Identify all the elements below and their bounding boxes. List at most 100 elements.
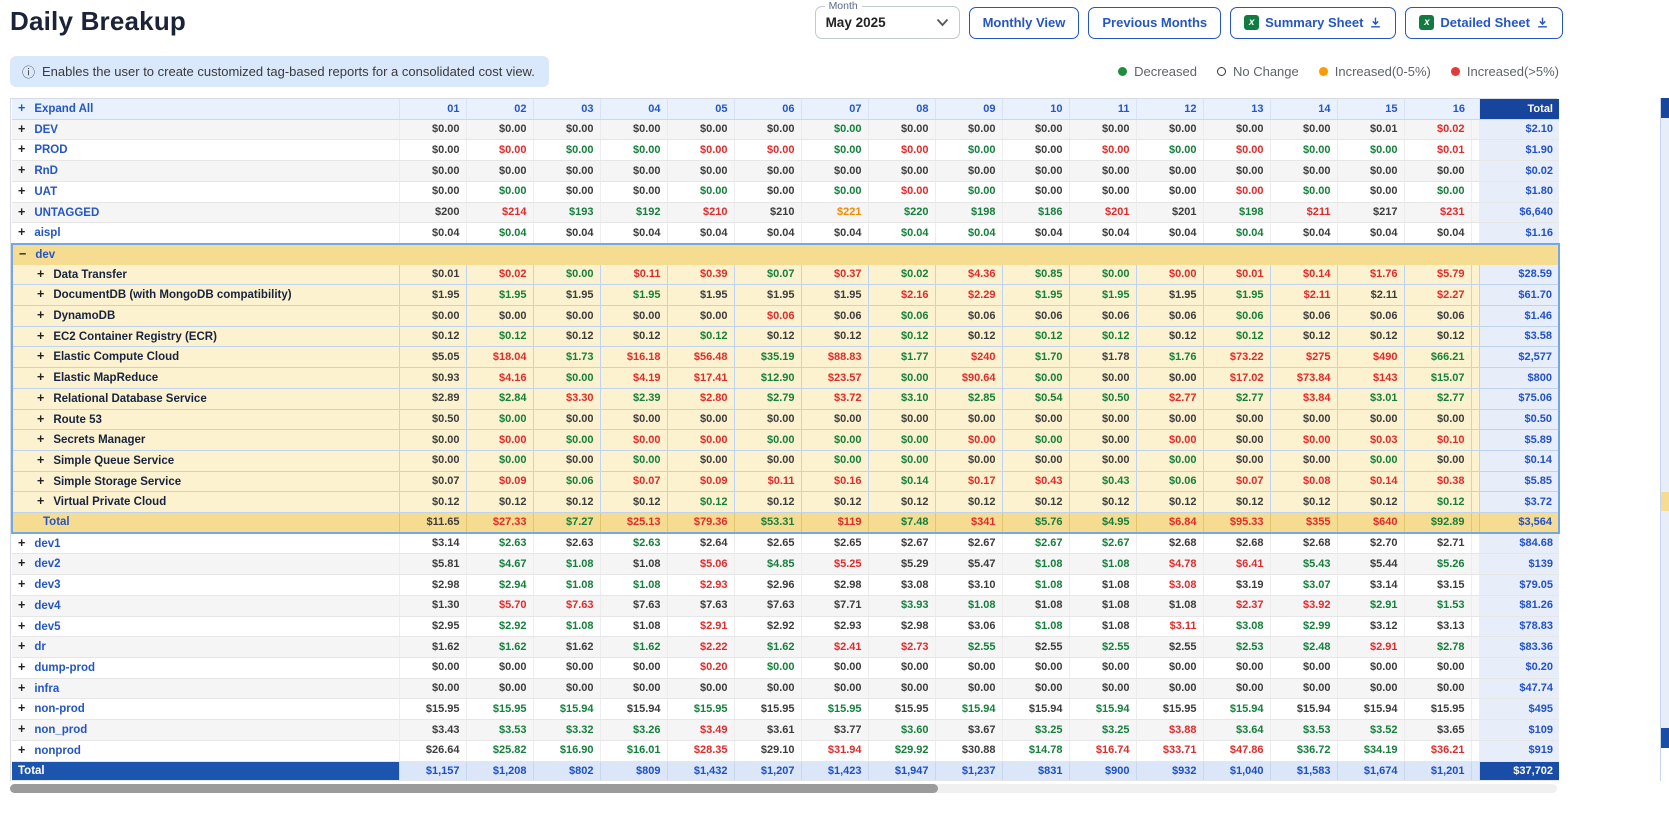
row-label[interactable]: PROD (34, 144, 67, 156)
row-label[interactable]: EC2 Container Registry (ECR) (53, 331, 217, 343)
value-cell: $2.41 (800, 636, 868, 658)
value-cell: $0.00 (666, 181, 734, 203)
expand-icon[interactable]: + (37, 267, 44, 281)
value-cell: $0.00 (666, 678, 734, 700)
row-label[interactable]: Route 53 (53, 414, 102, 426)
value-cell: $0.00 (934, 139, 1002, 162)
expand-icon[interactable]: + (18, 142, 25, 156)
row-label[interactable]: Virtual Private Cloud (53, 496, 166, 508)
month-select[interactable]: Month May 2025 (814, 0, 960, 39)
expand-icon[interactable]: + (18, 122, 25, 136)
collapse-icon[interactable]: − (19, 247, 26, 261)
row-label[interactable]: Relational Database Service (53, 393, 206, 405)
monthly-view-button[interactable]: Monthly View (968, 6, 1080, 39)
row-label[interactable]: DynamoDB (53, 310, 115, 322)
value-cell: $0.00 (800, 181, 868, 203)
row-label[interactable]: RnD (34, 165, 58, 177)
expand-icon[interactable]: + (37, 287, 44, 301)
row-label[interactable]: dump-prod (34, 662, 95, 674)
expand-icon[interactable]: + (37, 308, 44, 322)
table-row: + infra $0.00 $0.00 $0.00 $0.00 $0.00 $0.00 $0.0… (12, 678, 1559, 700)
expand-all-header[interactable]: + Expand All (12, 99, 399, 120)
value-cell: $0.00 (1269, 657, 1337, 679)
expand-icon[interactable]: + (18, 184, 25, 198)
expand-icon[interactable]: + (18, 619, 25, 633)
expand-icon[interactable]: + (37, 349, 44, 363)
summary-sheet-button[interactable]: x Summary Sheet (1230, 6, 1397, 39)
row-label[interactable]: non-prod (34, 703, 84, 715)
row-label[interactable]: UNTAGGED (34, 207, 99, 219)
expand-icon[interactable]: + (37, 474, 44, 488)
expand-icon[interactable]: + (18, 660, 25, 674)
row-label[interactable]: non_prod (34, 724, 87, 736)
row-label[interactable]: Elastic MapReduce (53, 372, 158, 384)
row-label[interactable]: dr (34, 641, 46, 653)
value-cell: $0.00 (934, 678, 1002, 700)
expand-icon[interactable]: + (18, 556, 25, 570)
value-cell: $0.00 (1135, 119, 1203, 141)
row-label[interactable]: aispl (34, 227, 60, 239)
row-label[interactable]: dev1 (34, 538, 60, 550)
row-label[interactable]: dev2 (34, 558, 60, 570)
expand-icon[interactable]: + (18, 163, 25, 177)
value-cell: $2.68 (1135, 532, 1203, 555)
sliver-segment (1661, 117, 1669, 138)
value-cell: $2.95 (398, 616, 466, 638)
row-label[interactable]: Data Transfer (53, 269, 127, 281)
expand-icon[interactable]: + (18, 598, 25, 612)
expand-icon[interactable]: + (18, 681, 25, 695)
row-label[interactable]: UAT (34, 186, 57, 198)
row-label[interactable]: Elastic Compute Cloud (53, 351, 179, 363)
row-label[interactable]: Simple Queue Service (53, 455, 174, 467)
sliver-segment (1661, 393, 1669, 413)
table-row: + RnD $0.00 $0.00 $0.00 $0.00 $0.00 $0.00 $0.00 $… (12, 160, 1559, 182)
value-cell: $0.00 (1001, 678, 1069, 700)
expand-icon[interactable]: + (18, 205, 25, 219)
row-label[interactable]: DocumentDB (with MongoDB compatibility) (53, 289, 291, 301)
expand-icon[interactable]: + (18, 577, 25, 591)
row-label[interactable]: infra (34, 683, 59, 695)
value-cell: $2.98 (398, 574, 466, 596)
horizontal-scrollbar-thumb[interactable] (10, 784, 939, 794)
row-label[interactable]: Secrets Manager (53, 434, 145, 446)
row-label[interactable]: nonprod (34, 745, 81, 757)
value-cell: $0.06 (1336, 305, 1404, 327)
expand-icon[interactable]: + (37, 412, 44, 426)
value-cell: $0.00 (1001, 657, 1069, 679)
row-label[interactable]: dev4 (34, 600, 60, 612)
value-cell: $4.16 (465, 367, 533, 389)
row-label[interactable]: dev (35, 249, 55, 261)
horizontal-scrollbar[interactable] (10, 784, 1557, 794)
expand-icon[interactable]: + (37, 329, 44, 343)
value-cell: $0.01 (398, 264, 466, 286)
value-cell: $0.00 (867, 657, 935, 679)
value-cell: $0.00 (1202, 119, 1270, 141)
value-cell: $0.06 (934, 305, 1002, 327)
table-row: + PROD $0.00 $0.00 $0.00 $0.00 $0.00 $0.00 $0.00… (12, 139, 1559, 162)
detailed-sheet-button[interactable]: x Detailed Sheet (1405, 6, 1563, 39)
expand-icon[interactable]: + (18, 639, 25, 653)
expand-icon[interactable]: + (18, 701, 25, 715)
expand-icon[interactable]: + (37, 453, 44, 467)
expand-icon[interactable]: + (18, 536, 25, 550)
expand-icon[interactable]: + (18, 225, 25, 239)
sliver-segment (1661, 413, 1669, 433)
row-label[interactable]: dev3 (34, 579, 60, 591)
expand-all-label[interactable]: Expand All (34, 103, 93, 115)
expand-icon[interactable]: + (18, 722, 25, 736)
legend-item: No Change (1216, 64, 1299, 79)
value-cell: $0.00 (867, 450, 935, 472)
expand-icon[interactable]: + (18, 743, 25, 757)
expand-icon[interactable]: + (37, 370, 44, 384)
expand-icon[interactable]: + (37, 494, 44, 508)
previous-months-button[interactable]: Previous Months (1088, 6, 1222, 39)
expand-icon[interactable]: + (37, 391, 44, 405)
row-label[interactable]: dev5 (34, 621, 60, 633)
expand-icon[interactable]: + (37, 432, 44, 446)
day-column-header: 07 (800, 99, 868, 120)
value-cell: $0.00 (1135, 160, 1203, 182)
value-cell: $0.06 (1202, 305, 1270, 327)
expand-all-icon[interactable]: + (18, 101, 25, 115)
row-label[interactable]: DEV (34, 124, 58, 136)
row-label[interactable]: Simple Storage Service (53, 476, 181, 488)
